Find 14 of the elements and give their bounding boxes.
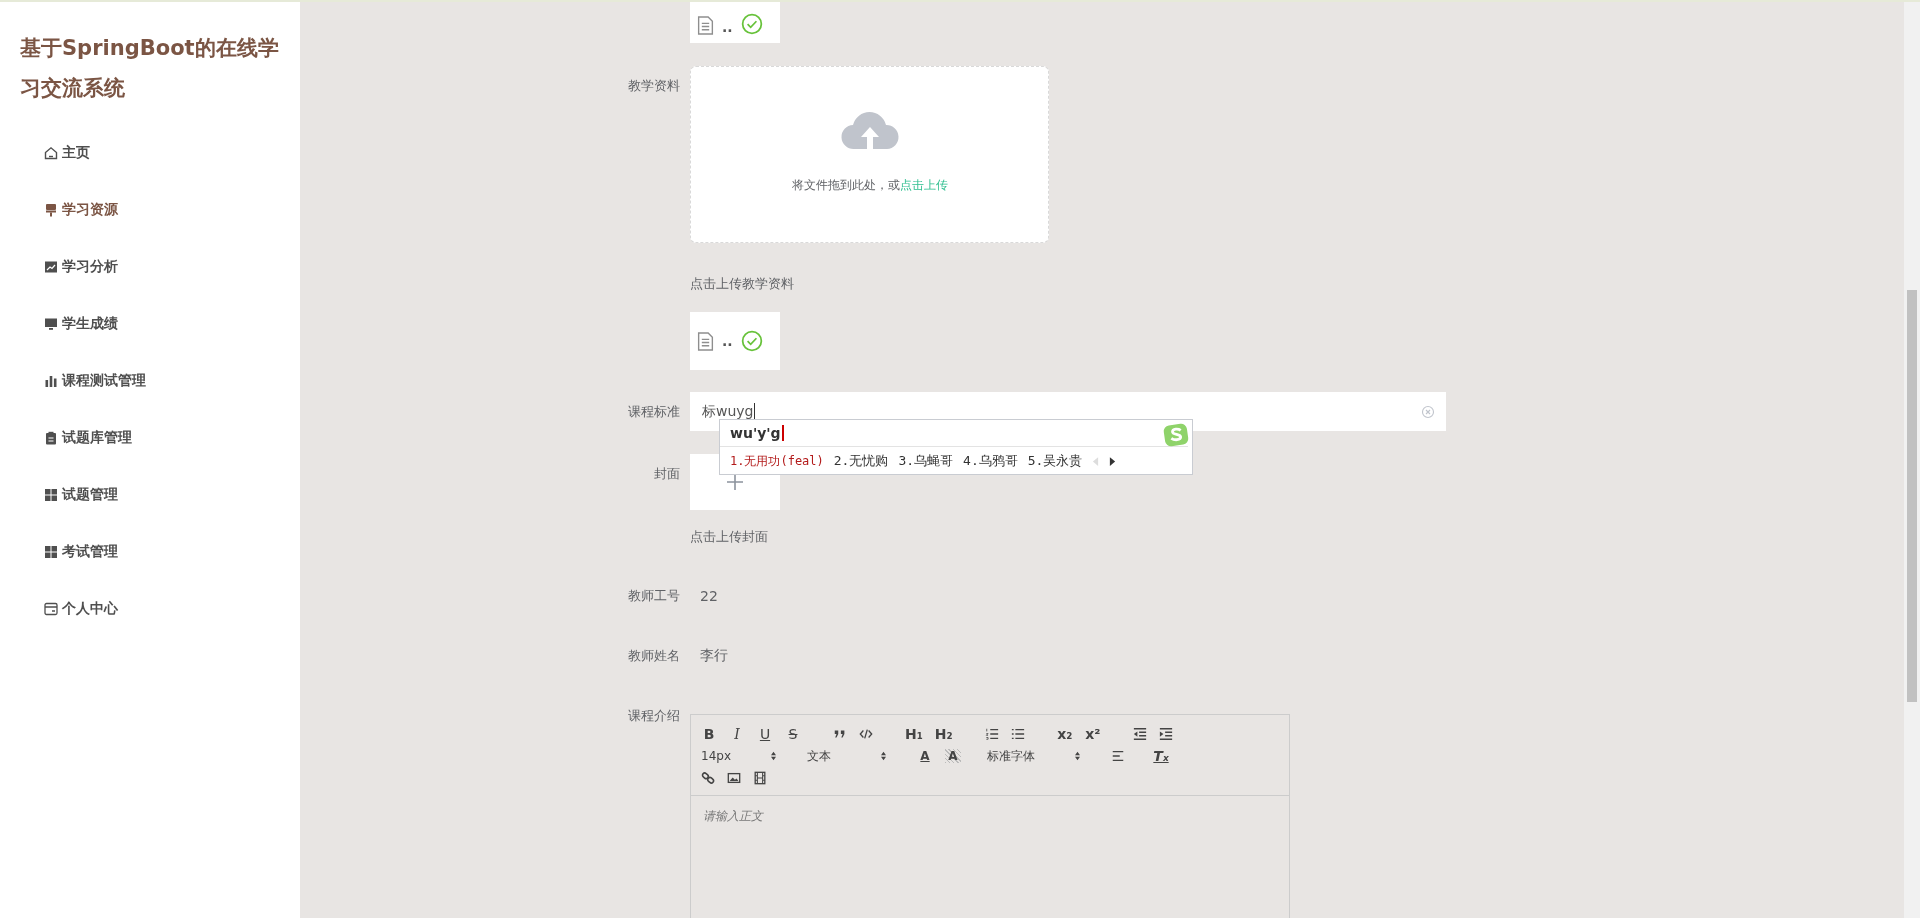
file-name: ..	[722, 333, 733, 349]
field-label: 教师姓名	[627, 647, 681, 665]
upload-tip: 点击上传教学资料	[690, 275, 794, 293]
field-label: 教学资料	[627, 77, 681, 95]
drop-instruction: 将文件拖到此处，或点击上传	[791, 177, 948, 194]
upload-tip: 点击上传封面	[690, 528, 768, 546]
field-value: 李行	[699, 647, 728, 665]
field-label: 课程介绍	[627, 707, 681, 725]
field-value: 22	[699, 588, 718, 604]
app-title: 基于SpringBoot的在线学习交流系统	[20, 35, 280, 102]
field-label: 封面	[653, 465, 681, 483]
file-name: ..	[722, 19, 733, 35]
field-label: 教师工号	[627, 587, 681, 605]
field-label: 课程标准	[627, 403, 681, 421]
